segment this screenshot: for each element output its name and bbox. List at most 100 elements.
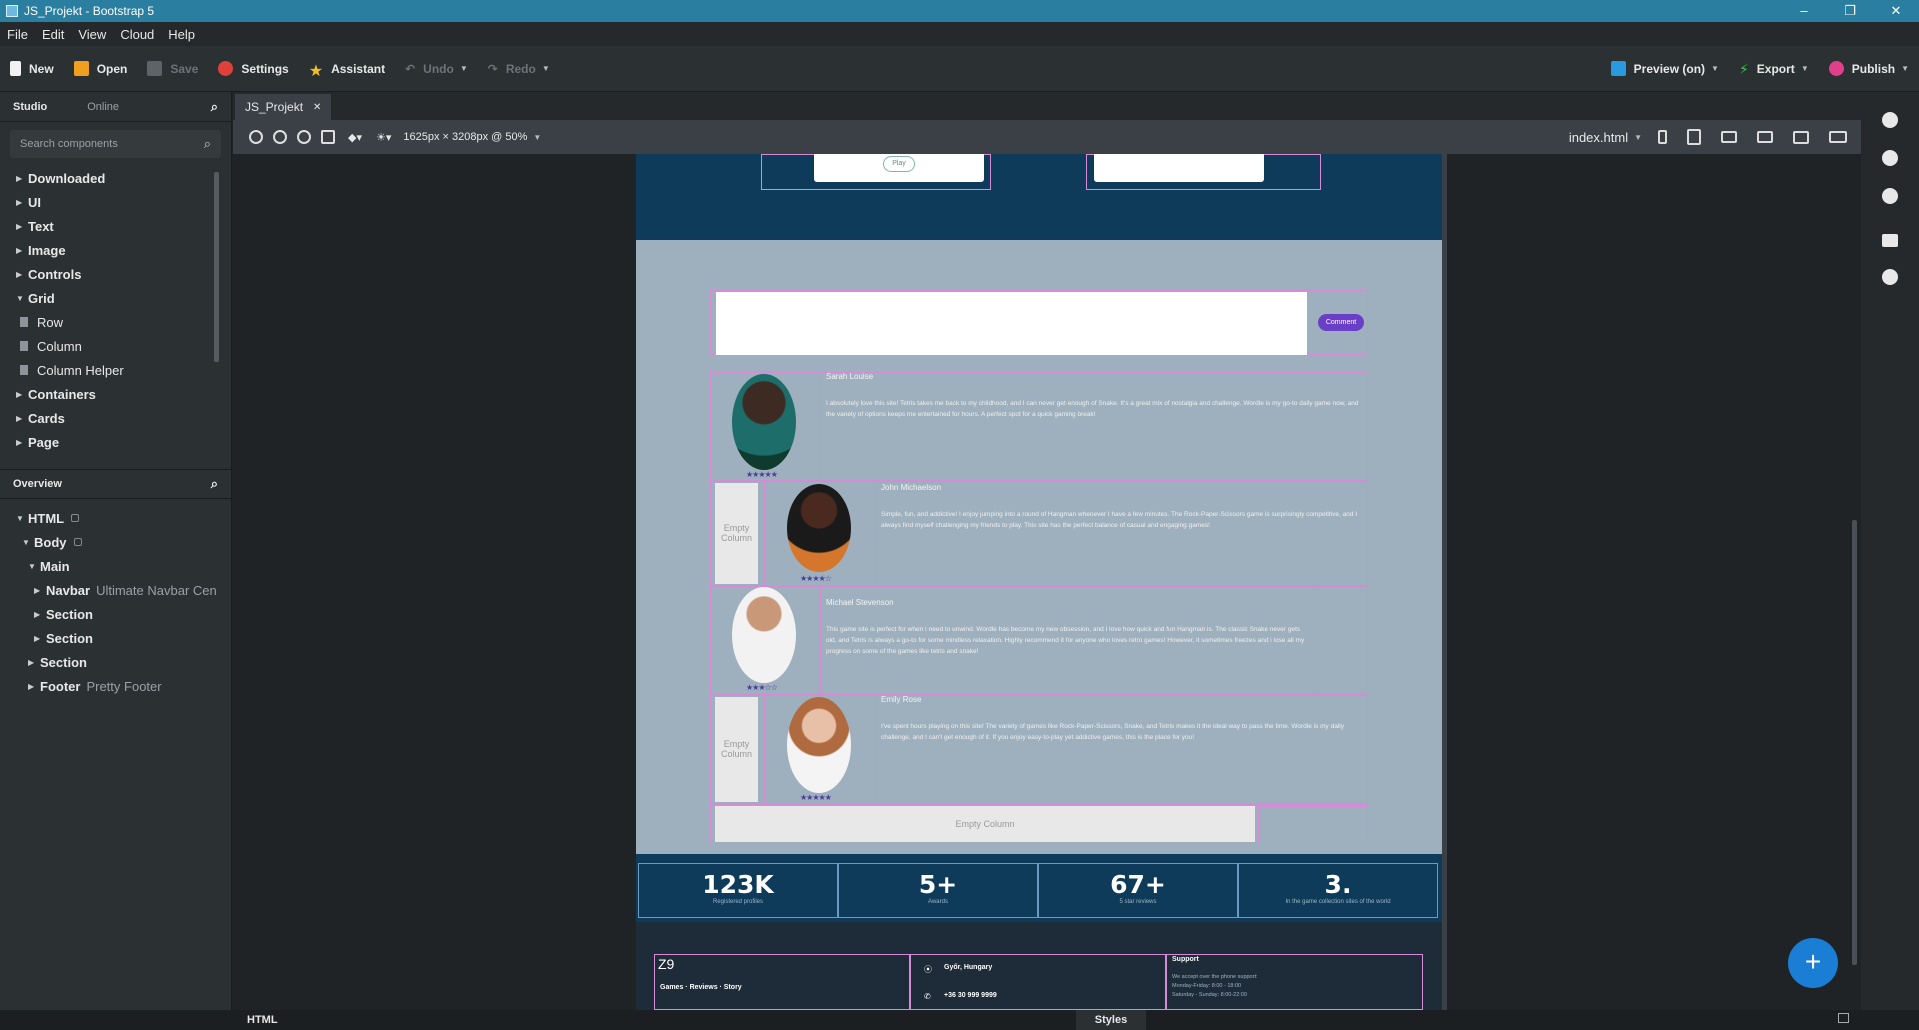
reviewer-name: Michael Stevenson — [826, 598, 894, 607]
minimize-icon[interactable]: – — [1781, 3, 1827, 19]
tree-node-footer[interactable]: ▶ Footer Pretty Footer — [0, 674, 231, 698]
undo-button[interactable]: ↶ Undo ▼ — [395, 55, 478, 83]
empty-column[interactable]: Empty Column — [715, 697, 758, 802]
theme-icon[interactable]: ☀▾ — [376, 131, 391, 144]
device-tablet-icon[interactable] — [1687, 129, 1701, 145]
canvas-scrollbar[interactable] — [1852, 520, 1857, 965]
phone-icon: ✆ — [924, 992, 931, 1001]
assistant-button[interactable]: ★ Assistant — [299, 55, 395, 83]
empty-column[interactable]: Empty Column — [715, 483, 758, 584]
component-column-helper[interactable]: Column Helper — [16, 358, 231, 382]
play-button[interactable]: Play — [883, 156, 915, 172]
caret-right-icon: ▶ — [34, 609, 41, 619]
add-button[interactable]: + — [1788, 938, 1838, 988]
category-cards[interactable]: ▶ Cards — [16, 406, 231, 430]
publish-button[interactable]: Publish ▼ — [1819, 55, 1919, 83]
device-laptop-icon[interactable] — [1757, 131, 1773, 143]
components-scrollbar[interactable] — [214, 172, 219, 362]
rotate-icon[interactable] — [297, 130, 311, 144]
tree-node-section[interactable]: ▶ Section — [0, 626, 231, 650]
component-icon — [20, 317, 28, 327]
stat-card: 5+ Awards — [838, 863, 1038, 918]
tab-js-projekt[interactable]: JS_Projekt ✕ — [235, 94, 332, 120]
chevron-down-icon[interactable]: ▼ — [1901, 64, 1909, 73]
device-desktop-icon[interactable] — [1793, 130, 1809, 144]
status-html-tab[interactable]: HTML — [247, 1014, 278, 1026]
category-controls[interactable]: ▶ Controls — [16, 262, 231, 286]
layers-icon[interactable]: ◆▾ — [348, 131, 362, 144]
tab-online[interactable]: Online — [74, 101, 132, 113]
category-ui[interactable]: ▶ UI — [16, 190, 231, 214]
device-phone-icon[interactable] — [1658, 130, 1667, 144]
stat-card: 3. In the game collection sites of the wo… — [1238, 863, 1438, 918]
left-panel: Studio Online ⌕ Search components ⌕ ▶ Dow… — [0, 92, 232, 1020]
search-icon[interactable]: ⌕ — [198, 476, 231, 492]
zoom-in-icon[interactable] — [249, 130, 263, 144]
chevron-down-icon[interactable]: ▼ — [1634, 133, 1642, 142]
chevron-down-icon[interactable]: ▼ — [542, 64, 550, 73]
caret-right-icon: ▶ — [28, 657, 35, 667]
menu-file[interactable]: File — [0, 27, 35, 42]
star-badge-icon[interactable] — [1882, 188, 1898, 204]
tree-node-html[interactable]: ▼ HTML — [0, 506, 231, 530]
tree-node-body[interactable]: ▼ Body — [0, 530, 231, 554]
comment-input[interactable] — [716, 292, 1307, 355]
new-button[interactable]: New — [0, 55, 64, 83]
tree-node-main[interactable]: ▼ Main — [0, 554, 231, 578]
save-button[interactable]: Save — [137, 55, 208, 83]
file-select[interactable]: index.html — [1569, 130, 1628, 145]
game-card: Play — [814, 154, 984, 182]
close-window-icon[interactable]: ✕ — [1873, 3, 1919, 19]
palette-icon[interactable] — [1882, 112, 1898, 128]
menu-cloud[interactable]: Cloud — [113, 27, 161, 42]
menu-edit[interactable]: Edit — [35, 27, 71, 42]
zoom-out-icon[interactable] — [273, 130, 287, 144]
export-button[interactable]: ⚡ Export ▼ — [1729, 55, 1819, 83]
chevron-down-icon[interactable]: ▼ — [1801, 64, 1809, 73]
expand-icon[interactable] — [1838, 1013, 1849, 1023]
gear-icon[interactable] — [1882, 150, 1898, 166]
menu-view[interactable]: View — [71, 27, 113, 42]
search-icon[interactable]: ⌕ — [198, 99, 231, 115]
status-styles-tab[interactable]: Styles — [1076, 1010, 1146, 1030]
category-containers[interactable]: ▶ Containers — [16, 382, 231, 406]
close-tab-icon[interactable]: ✕ — [313, 102, 321, 113]
chevron-down-icon[interactable]: ▼ — [533, 133, 541, 142]
size-readout[interactable]: 1625px × 3208px @ 50% — [403, 131, 527, 143]
redo-button[interactable]: ↷ Redo ▼ — [478, 55, 560, 83]
caret-right-icon: ▶ — [16, 413, 23, 423]
redo-icon: ↷ — [487, 61, 498, 76]
category-downloaded[interactable]: ▶ Downloaded — [16, 166, 231, 190]
footer-links[interactable]: Games · Reviews · Story — [660, 984, 742, 991]
page-preview[interactable]: Play Comment ★★★★★ Sarah Louise I absolu… — [636, 154, 1442, 1010]
component-search-input[interactable]: Search components ⌕ — [10, 130, 221, 158]
app-icon — [6, 5, 18, 17]
chevron-down-icon[interactable]: ▼ — [460, 64, 468, 73]
empty-column[interactable]: Empty Column — [715, 806, 1255, 842]
preview-button[interactable]: Preview (on) ▼ — [1601, 55, 1729, 83]
component-column[interactable]: Column — [16, 334, 231, 358]
component-row[interactable]: Row — [16, 310, 231, 334]
sun-icon[interactable] — [1882, 269, 1898, 285]
menu-help[interactable]: Help — [161, 27, 202, 42]
tab-studio[interactable]: Studio — [0, 101, 60, 113]
star-icon: ★ — [308, 63, 324, 80]
category-text[interactable]: ▶ Text — [16, 214, 231, 238]
tree-node-section[interactable]: ▶ Section — [0, 602, 231, 626]
image-icon[interactable] — [321, 130, 335, 144]
device-wide-icon[interactable] — [1829, 131, 1847, 143]
folder-icon[interactable] — [1882, 234, 1898, 247]
category-page[interactable]: ▶ Page — [16, 430, 231, 454]
settings-button[interactable]: Settings — [208, 55, 298, 83]
category-grid[interactable]: ▼ Grid — [16, 286, 231, 310]
open-button[interactable]: Open — [64, 55, 138, 83]
category-image[interactable]: ▶ Image — [16, 238, 231, 262]
restore-icon[interactable]: ❐ — [1827, 3, 1873, 19]
empty-column-right[interactable] — [1258, 806, 1368, 844]
chevron-down-icon[interactable]: ▼ — [1711, 64, 1719, 73]
tree-node-navbar[interactable]: ▶ Navbar Ultimate Navbar Cen — [0, 578, 231, 602]
device-tablet-landscape-icon[interactable] — [1721, 131, 1737, 143]
tree-node-section[interactable]: ▶ Section — [0, 650, 231, 674]
comment-button[interactable]: Comment — [1318, 314, 1364, 331]
menu-bar: File Edit View Cloud Help — [0, 22, 1919, 46]
